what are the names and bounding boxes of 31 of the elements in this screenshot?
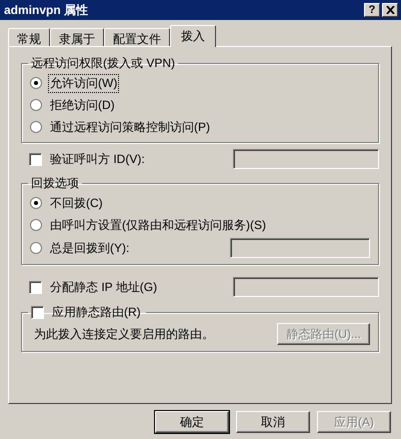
checkbox[interactable] [31,306,44,318]
help-button[interactable]: ? [364,3,380,17]
radio-button[interactable] [30,197,42,209]
radio-label: 总是回拨到(Y): [49,240,130,256]
tab[interactable]: 常规 [8,28,50,46]
radio-label: 允许访问(W) [48,74,120,92]
radio-button[interactable] [30,242,42,254]
radio-label: 拒绝访问(D) [49,96,116,114]
tab[interactable]: 配置文件 [104,28,170,46]
checkbox[interactable] [29,152,42,166]
checkbox-label: 验证呼叫方 ID(V): [49,150,146,168]
description-text: 为此拨入连接定义要启用的路由。 [33,326,214,342]
checkbox-label: 分配静态 IP 地址(G) [49,278,158,296]
radio-label: 通过远程访问策略控制访问(P) [49,118,211,136]
group-title: 远程访问权限(拨入或 VPN) [30,55,176,72]
tab[interactable]: 隶属于 [50,28,104,46]
close-icon [386,6,394,14]
group-title: 回拨选项 [30,175,80,192]
window-title: adminvpn 属性 [4,2,88,18]
checkbox[interactable] [29,280,42,294]
radio-label: 不回拨(C) [49,194,104,212]
dialog-button[interactable]: 取消 [236,411,310,433]
tab[interactable]: 拨入 [170,25,216,47]
radio-button[interactable] [30,77,42,89]
radio-button[interactable] [30,99,42,111]
close-button[interactable] [382,3,398,17]
radio-label: 由呼叫方设置(仅路由和远程访问服务)(S) [49,216,267,234]
dialog-button[interactable]: 确定 [155,411,229,433]
radio-button[interactable] [30,219,42,231]
checkbox-label: 应用静态路由(R) [51,304,142,320]
radio-button[interactable] [30,121,42,133]
